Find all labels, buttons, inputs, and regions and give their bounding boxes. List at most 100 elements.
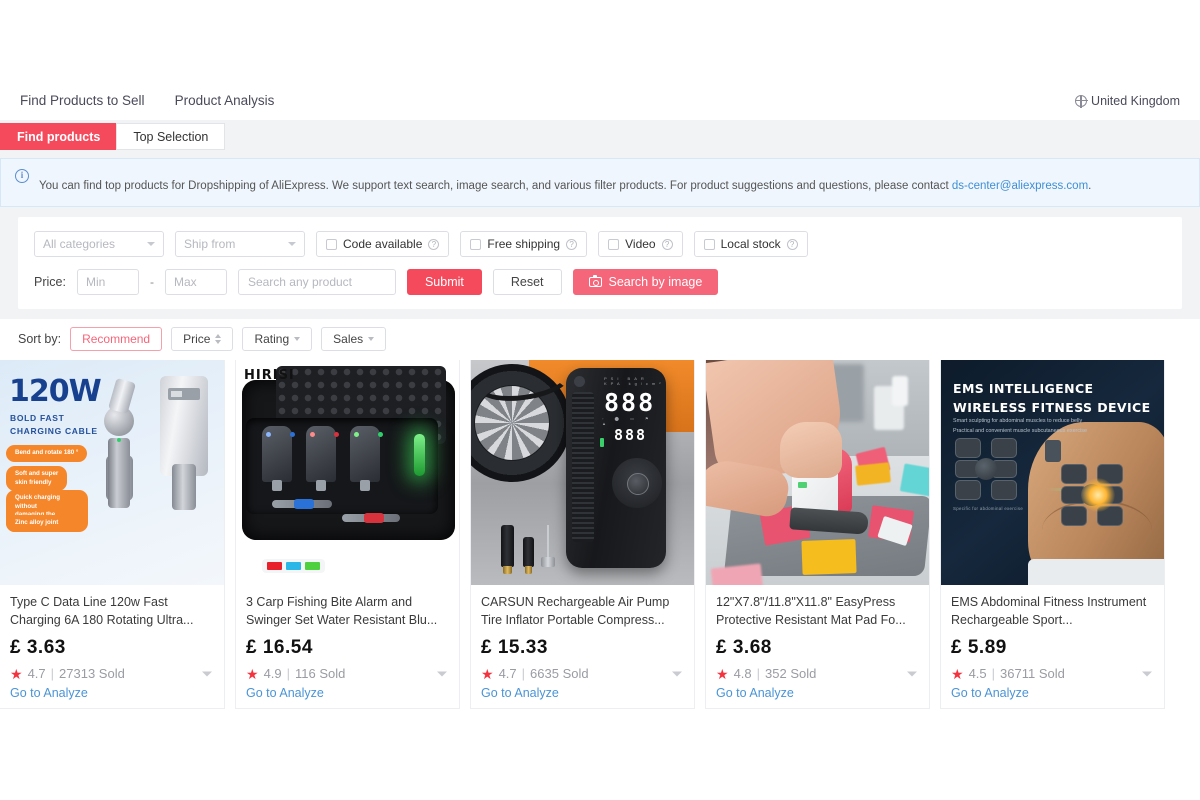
checkbox-local-stock[interactable]: Local stock ? [693,231,808,258]
checkbox-box[interactable] [470,238,482,250]
product-sold: 27313 Sold [59,666,125,682]
star-icon: ★ [481,665,494,682]
product-image-pill: Bend and rotate 180 ° [6,445,88,462]
product-card[interactable]: HIRISI 3 Carp Fishing Bite Alarm and Swi… [235,360,460,710]
support-email-link[interactable]: ds-center@aliexpress.com [952,180,1088,192]
product-card[interactable]: PSI BAR KPA kg/cm² 888 ◦ ⬤ ▭ ⚑ ▲ 888 CAR… [470,360,695,710]
price-min-input[interactable]: Min [76,269,139,296]
product-price: £ 15.33 [481,637,548,659]
checkbox-box[interactable] [326,238,337,250]
meta-separator: | [991,666,996,682]
pump-display-secondary: 888 [614,426,648,445]
checkbox-box[interactable] [608,238,620,250]
go-to-analyze-link[interactable]: Go to Analyze [246,686,449,700]
checkbox-label: Video [625,237,656,252]
star-icon: ★ [246,665,259,682]
ship-from-select-value: Ship from [184,237,236,252]
star-icon: ★ [10,665,23,682]
reset-button[interactable]: Reset [492,269,562,296]
price-max-input[interactable]: Max [164,269,227,296]
price-max-placeholder: Max [173,275,197,290]
product-card[interactable]: 120W BOLD FAST CHARGING CABLE Bend and ro… [0,360,225,710]
sort-option-price[interactable]: Price [171,327,234,352]
submit-button[interactable]: Submit [406,269,482,296]
product-image[interactable] [706,360,929,586]
category-select[interactable]: All categories [34,231,164,258]
checkbox-label: Code available [343,237,423,252]
product-card[interactable]: EMS INTELLIGENCE WIRELESS FITNESS DEVICE … [940,360,1165,710]
product-grid: 120W BOLD FAST CHARGING CABLE Bend and ro… [0,360,1200,710]
product-meta: ★ 4.9 | 116 Sold [246,666,449,681]
product-title[interactable]: 12"X7.8"/11.8"X11.8" EasyPress Protectiv… [716,594,919,630]
search-input[interactable]: Search any product [237,269,396,296]
star-icon: ★ [951,665,964,682]
nav-item-product-analysis[interactable]: Product Analysis [175,93,275,108]
product-sold: 36711 Sold [1000,666,1065,682]
chevron-down-icon[interactable] [437,671,447,677]
chevron-down-icon[interactable] [672,671,682,677]
product-sold: 116 Sold [295,666,346,682]
go-to-analyze-link[interactable]: Go to Analyze [716,686,919,700]
product-meta: ★ 4.7 | 6635 Sold [481,666,684,681]
chevron-down-icon[interactable] [202,671,212,677]
go-to-analyze-link[interactable]: Go to Analyze [10,686,214,700]
help-icon[interactable]: ? [661,238,673,250]
product-rating: 4.5 [968,666,987,682]
checkbox-video[interactable]: Video ? [598,231,683,258]
tab-top-selection[interactable]: Top Selection [116,123,226,150]
product-card[interactable]: 12"X7.8"/11.8"X11.8" EasyPress Protectiv… [705,360,930,710]
chevron-down-icon [368,337,375,342]
checkbox-label: Free shipping [487,237,561,252]
go-to-analyze-link[interactable]: Go to Analyze [951,686,1154,700]
chevron-down-icon[interactable] [1142,671,1152,677]
product-title[interactable]: CARSUN Rechargeable Air Pump Tire Inflat… [481,594,684,630]
sort-option-label: Sales [333,332,364,347]
go-to-analyze-link[interactable]: Go to Analyze [481,686,684,700]
sort-option-sales[interactable]: Sales [321,327,387,352]
nav-item-find-products-to-sell[interactable]: Find Products to Sell [20,93,145,108]
product-info: 3 Carp Fishing Bite Alarm and Swinger Se… [236,585,459,708]
meta-separator: | [521,666,526,682]
product-image-pill: Zinc alloy joint [6,515,68,532]
product-image[interactable]: EMS INTELLIGENCE WIRELESS FITNESS DEVICE … [941,360,1164,586]
product-image-headline: 120W [9,374,102,410]
tab-find-products[interactable]: Find products [0,123,118,150]
product-image-caption: Specific for abdominal exercise [953,506,1024,512]
product-image[interactable]: HIRISI [236,360,459,586]
help-icon[interactable]: ? [428,238,440,250]
country-selector[interactable]: United Kingdom [1075,94,1180,108]
help-icon[interactable]: ? [786,238,798,250]
product-title[interactable]: EMS Abdominal Fitness Instrument Recharg… [951,594,1154,630]
info-banner-text: You can find top products for Dropshippi… [39,168,1091,195]
star-icon: ★ [716,665,729,682]
checkbox-free-shipping[interactable]: Free shipping ? [460,231,588,258]
product-price: £ 5.89 [951,637,1007,659]
search-placeholder: Search any product [247,275,353,290]
product-info: CARSUN Rechargeable Air Pump Tire Inflat… [471,585,694,708]
chevron-down-icon[interactable] [907,671,917,677]
sort-option-rating[interactable]: Rating [242,327,313,352]
product-sold: 6635 Sold [530,666,589,682]
sort-option-recommend[interactable]: Recommend [70,327,163,352]
search-by-image-button[interactable]: Search by image [572,269,719,296]
product-image[interactable]: 120W BOLD FAST CHARGING CABLE Bend and ro… [0,360,224,586]
meta-separator: | [756,666,761,682]
product-sold: 352 Sold [765,666,817,682]
meta-separator: | [50,666,55,682]
filter-wrapper: All categories Ship from Code available … [0,217,1200,320]
ship-from-select[interactable]: Ship from [175,231,305,258]
checkbox-box[interactable] [703,238,715,250]
product-title[interactable]: Type C Data Line 120w Fast Charging 6A 1… [10,594,214,630]
checkbox-code-available[interactable]: Code available ? [316,231,450,258]
info-banner-message: You can find top products for Dropshippi… [39,180,952,192]
help-icon[interactable]: ? [566,238,578,250]
product-title[interactable]: 3 Carp Fishing Bite Alarm and Swinger Se… [246,594,449,630]
product-rating: 4.9 [263,666,282,682]
product-info: EMS Abdominal Fitness Instrument Recharg… [941,585,1164,708]
sort-updown-icon [215,334,222,345]
price-range-separator: - [149,275,154,290]
product-rating: 4.7 [27,666,46,682]
product-price: £ 3.68 [716,637,772,659]
product-image[interactable]: PSI BAR KPA kg/cm² 888 ◦ ⬤ ▭ ⚑ ▲ 888 [471,360,694,586]
product-rating: 4.8 [733,666,752,682]
